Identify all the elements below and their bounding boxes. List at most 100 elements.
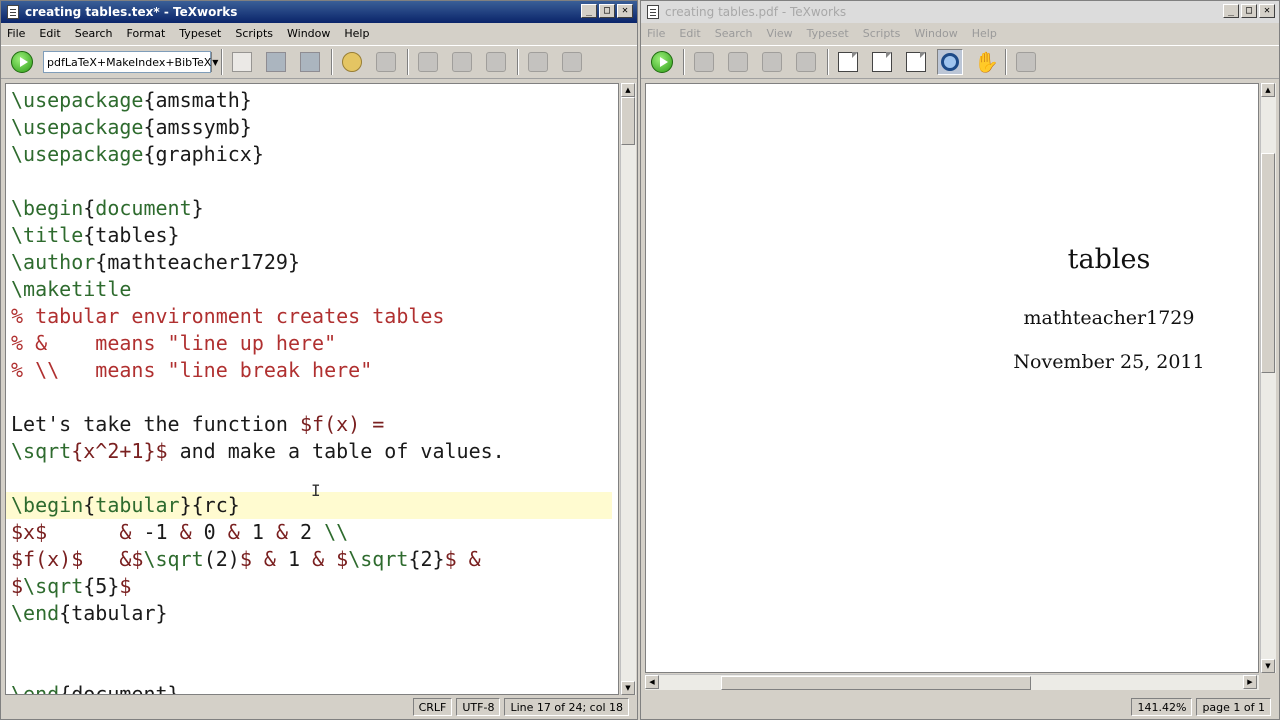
first-page-icon — [694, 52, 714, 72]
code-line[interactable]: \begin{document} — [11, 195, 612, 222]
source-code[interactable]: \usepackage{amsmath} \usepackage{amssymb}… — [6, 87, 612, 694]
scroll-up-icon[interactable]: ▲ — [621, 83, 635, 97]
menu-window[interactable]: Window — [287, 27, 330, 40]
code-line[interactable]: \usepackage{amssymb} — [11, 114, 612, 141]
scroll-right-icon[interactable]: ▶ — [1243, 675, 1257, 689]
find-button[interactable] — [525, 49, 551, 75]
menu-format[interactable]: Format — [127, 27, 166, 40]
code-line[interactable]: \end{document} — [11, 681, 612, 694]
preview-horizontal-scrollbar[interactable]: ◀ ▶ — [645, 674, 1259, 690]
horizontal-scroll-thumb[interactable] — [721, 676, 1031, 690]
toolbar-separator — [683, 49, 685, 75]
scroll-down-icon[interactable]: ▼ — [1261, 659, 1275, 673]
code-line[interactable]: Let's take the function $f(x) = — [11, 411, 612, 438]
menu-file[interactable]: File — [7, 27, 25, 40]
maximize-button[interactable]: □ — [599, 4, 615, 18]
code-token: {tables} — [83, 223, 180, 247]
minimize-button[interactable]: _ — [581, 4, 597, 18]
last-page-button[interactable] — [793, 49, 819, 75]
code-line[interactable]: \begin{tabular}{rc} — [6, 492, 612, 519]
zoom-tool-button[interactable] — [937, 49, 963, 75]
pdf-preview[interactable]: tables mathteacher1729 November 25, 2011 — [645, 83, 1259, 673]
paste-button[interactable] — [483, 49, 509, 75]
code-line[interactable]: \end{tabular} — [11, 600, 612, 627]
scroll-down-icon[interactable]: ▼ — [621, 681, 635, 695]
menu-typeset[interactable]: Typeset — [179, 27, 221, 40]
menu-scripts[interactable]: Scripts — [235, 27, 273, 40]
code-line[interactable]: % & means "line up here" — [11, 330, 612, 357]
actual-size-button[interactable] — [835, 49, 861, 75]
scroll-left-icon[interactable]: ◀ — [645, 675, 659, 689]
cursor-position-status: Line 17 of 24; col 18 — [504, 698, 629, 716]
fit-width-button[interactable] — [869, 49, 895, 75]
preview-titlebar: creating tables.pdf - TeXworks _ □ ✕ — [641, 1, 1279, 23]
editor-vertical-scrollbar[interactable]: ▲ ▼ — [620, 83, 636, 695]
toolbar-separator — [407, 49, 409, 75]
copy-button[interactable] — [449, 49, 475, 75]
menu-edit[interactable]: Edit — [39, 27, 60, 40]
code-line[interactable]: $f(x)$ &$\sqrt(2)$ & 1 & $\sqrt{2}$ & — [11, 546, 612, 573]
code-line[interactable] — [11, 654, 612, 681]
cut-button[interactable] — [415, 49, 441, 75]
line-ending-status[interactable]: CRLF — [412, 698, 453, 716]
redo-button[interactable] — [373, 49, 399, 75]
code-token: \sqrt — [11, 439, 72, 463]
close-button[interactable]: ✕ — [1259, 4, 1275, 18]
menu-view[interactable]: View — [767, 27, 793, 40]
code-line[interactable]: $x$ & -1 & 0 & 1 & 2 \\ — [11, 519, 612, 546]
maximize-button[interactable]: □ — [1241, 4, 1257, 18]
preview-vertical-scrollbar[interactable]: ▲ ▼ — [1260, 83, 1276, 673]
code-token: $f(x)$ — [11, 547, 84, 571]
code-line[interactable]: \usepackage{amsmath} — [11, 87, 612, 114]
find-button[interactable] — [1013, 49, 1039, 75]
open-button[interactable] — [263, 49, 289, 75]
save-button[interactable] — [297, 49, 323, 75]
fit-page-button[interactable] — [903, 49, 929, 75]
code-line[interactable] — [11, 627, 612, 654]
scroll-up-icon[interactable]: ▲ — [1261, 83, 1275, 97]
code-line[interactable]: \maketitle — [11, 276, 612, 303]
encoding-status[interactable]: UTF-8 — [456, 698, 501, 716]
menu-edit[interactable]: Edit — [679, 27, 700, 40]
preview-window-title: creating tables.pdf - TeXworks — [665, 5, 847, 19]
undo-button[interactable] — [339, 49, 365, 75]
code-line[interactable]: % \\ means "line break here" — [11, 357, 612, 384]
menu-help[interactable]: Help — [972, 27, 997, 40]
next-page-button[interactable] — [759, 49, 785, 75]
menu-scripts[interactable]: Scripts — [863, 27, 901, 40]
code-line[interactable] — [11, 168, 612, 195]
close-button[interactable]: ✕ — [617, 4, 633, 18]
code-line[interactable]: \sqrt{x^2+1}$ and make a table of values… — [11, 438, 612, 465]
engine-select[interactable]: pdfLaTeX+MakeIndex+BibTeX ▼ — [43, 51, 219, 73]
menu-search[interactable]: Search — [75, 27, 113, 40]
editor-titlebar: creating tables.tex* - TeXworks _ □ ✕ — [1, 1, 637, 23]
code-line[interactable] — [11, 384, 612, 411]
menu-typeset[interactable]: Typeset — [807, 27, 849, 40]
source-editor[interactable]: \usepackage{amsmath} \usepackage{amssymb}… — [5, 83, 619, 695]
code-line[interactable]: $\sqrt{5}$ — [11, 573, 612, 600]
cut-icon — [418, 52, 438, 72]
code-line[interactable]: % tabular environment creates tables — [11, 303, 612, 330]
redo-icon — [376, 52, 396, 72]
typeset-button[interactable] — [9, 49, 35, 75]
code-token: and make a table of values. — [167, 439, 505, 463]
previous-page-button[interactable] — [725, 49, 751, 75]
menu-file[interactable]: File — [647, 27, 665, 40]
minimize-button[interactable]: _ — [1223, 4, 1239, 18]
scroll-tool-button[interactable]: ✋ — [971, 49, 999, 75]
replace-button[interactable] — [559, 49, 585, 75]
menu-help[interactable]: Help — [344, 27, 369, 40]
scroll-thumb[interactable] — [621, 97, 635, 145]
code-line[interactable]: \usepackage{graphicx} — [11, 141, 612, 168]
first-page-button[interactable] — [691, 49, 717, 75]
menu-window[interactable]: Window — [914, 27, 957, 40]
code-line[interactable]: \title{tables} — [11, 222, 612, 249]
new-button[interactable] — [229, 49, 255, 75]
menu-search[interactable]: Search — [715, 27, 753, 40]
scroll-thumb[interactable] — [1261, 153, 1275, 373]
code-line[interactable]: \author{mathteacher1729} — [11, 249, 612, 276]
typeset-button[interactable] — [649, 49, 675, 75]
